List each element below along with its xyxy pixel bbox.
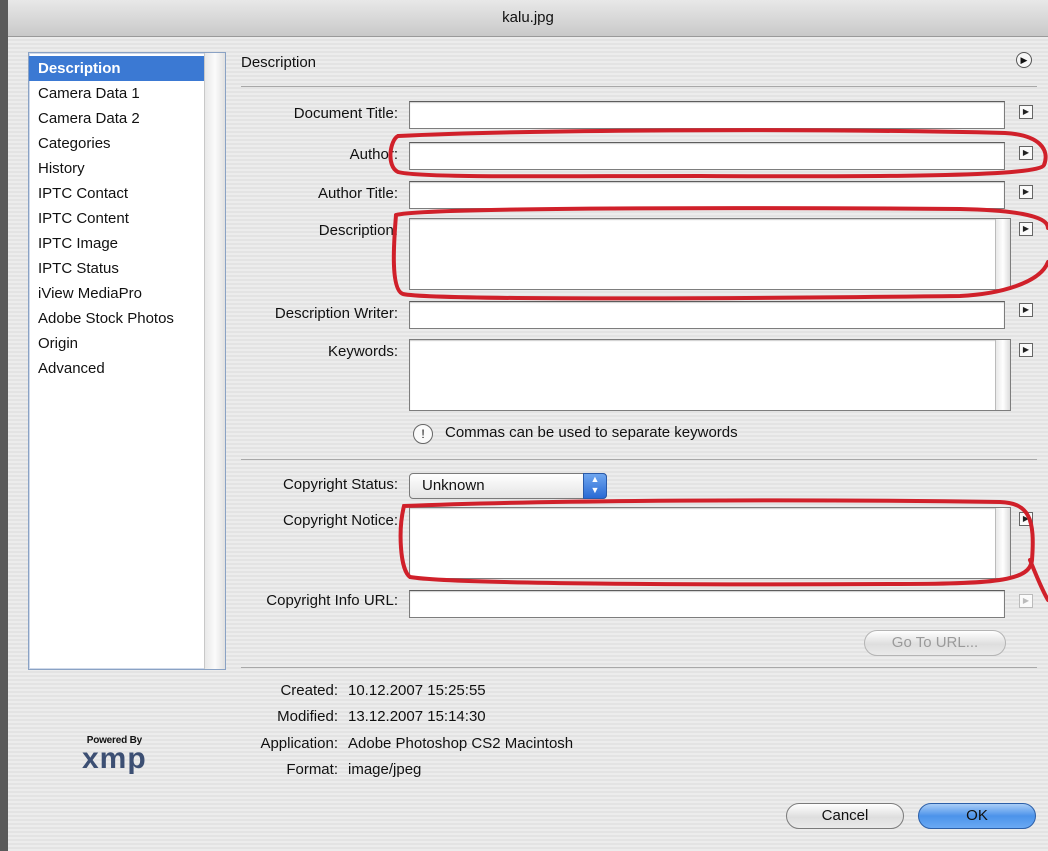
up-down-arrows-icon: ▲ ▼	[583, 473, 607, 499]
keywords-scrollbar[interactable]	[995, 340, 1010, 410]
keywords-textarea[interactable]	[409, 339, 1011, 411]
copyright-notice-scrollbar[interactable]	[995, 508, 1010, 578]
triangle-menu-icon[interactable]: ▶	[1019, 185, 1033, 199]
sidebar-item-iview-mediapro[interactable]: iView MediaPro	[29, 281, 204, 306]
divider	[241, 667, 1037, 668]
author-title-label: Author Title:	[317, 185, 398, 202]
sidebar-item-iptc-contact[interactable]: IPTC Contact	[29, 181, 204, 206]
author-field[interactable]	[409, 142, 1005, 170]
sidebar-item-camera-data-2[interactable]: Camera Data 2	[29, 106, 204, 131]
created-label: Created:	[280, 682, 338, 699]
copyright-info-url-label: Copyright Info URL:	[266, 592, 398, 609]
ok-button[interactable]: OK	[918, 803, 1036, 829]
xmp-logo-text: xmp	[82, 742, 147, 775]
sidebar-item-categories[interactable]: Categories	[29, 131, 204, 156]
divider	[241, 86, 1037, 87]
format-label: Format:	[286, 761, 338, 778]
divider	[241, 459, 1037, 460]
modified-value: 13.12.2007 15:14:30	[348, 708, 486, 725]
category-list[interactable]: Description Camera Data 1 Camera Data 2 …	[28, 52, 226, 670]
sidebar-item-description[interactable]: Description	[29, 56, 204, 81]
keywords-label: Keywords:	[327, 343, 398, 360]
sidebar-item-iptc-status[interactable]: IPTC Status	[29, 256, 204, 281]
window-title: kalu.jpg	[8, 0, 1048, 37]
triangle-menu-icon[interactable]: ▶	[1019, 512, 1033, 526]
cancel-button[interactable]: Cancel	[786, 803, 904, 829]
triangle-menu-icon[interactable]: ▶	[1019, 222, 1033, 236]
panel-title: Description	[241, 54, 317, 71]
sidebar-item-adobe-stock-photos[interactable]: Adobe Stock Photos	[29, 306, 204, 331]
copyright-notice-label: Copyright Notice:	[282, 512, 398, 529]
triangle-menu-icon[interactable]: ▶	[1019, 303, 1033, 317]
sidebar-item-camera-data-1[interactable]: Camera Data 1	[29, 81, 204, 106]
sidebar-scrollbar[interactable]	[204, 53, 225, 669]
copyright-notice-textarea[interactable]	[409, 507, 1011, 579]
application-label: Application:	[260, 735, 338, 752]
go-to-url-button[interactable]: Go To URL...	[864, 630, 1006, 656]
description-writer-label: Description Writer:	[274, 305, 398, 322]
author-label: Author:	[349, 146, 398, 163]
author-title-field[interactable]	[409, 181, 1005, 209]
copyright-info-url-field[interactable]	[409, 590, 1005, 618]
copyright-status-select[interactable]: Unknown ▲ ▼	[409, 473, 607, 499]
format-value: image/jpeg	[348, 761, 422, 778]
sidebar-item-iptc-image[interactable]: IPTC Image	[29, 231, 204, 256]
triangle-menu-icon[interactable]: ▶	[1019, 105, 1033, 119]
triangle-menu-icon[interactable]: ▶	[1019, 343, 1033, 357]
triangle-menu-icon[interactable]: ▶	[1019, 146, 1033, 160]
xmp-logo: Powered By xmp	[82, 735, 147, 775]
copyright-status-value: Unknown	[422, 477, 485, 494]
circle-arrow-icon[interactable]: ▶	[1016, 52, 1032, 68]
modified-label: Modified:	[277, 708, 338, 725]
document-title-label: Document Title:	[293, 105, 398, 122]
triangle-menu-icon: ▶	[1019, 594, 1033, 608]
application-value: Adobe Photoshop CS2 Macintosh	[348, 735, 574, 752]
sidebar-item-history[interactable]: History	[29, 156, 204, 181]
description-scrollbar[interactable]	[995, 219, 1010, 289]
copyright-status-label: Copyright Status:	[282, 476, 398, 493]
sidebar-item-iptc-content[interactable]: IPTC Content	[29, 206, 204, 231]
background-edge	[0, 0, 8, 851]
description-writer-field[interactable]	[409, 301, 1005, 329]
document-title-field[interactable]	[409, 101, 1005, 129]
exclamation-icon: !	[413, 424, 433, 444]
description-label: Description:	[318, 222, 398, 239]
sidebar-item-origin[interactable]: Origin	[29, 331, 204, 356]
sidebar-item-advanced[interactable]: Advanced	[29, 356, 204, 381]
created-value: 10.12.2007 15:25:55	[348, 682, 486, 699]
file-info-dialog: kalu.jpg Description Camera Data 1 Camer…	[8, 0, 1048, 851]
description-textarea[interactable]	[409, 218, 1011, 290]
keywords-note: Commas can be used to separate keywords	[445, 424, 738, 441]
